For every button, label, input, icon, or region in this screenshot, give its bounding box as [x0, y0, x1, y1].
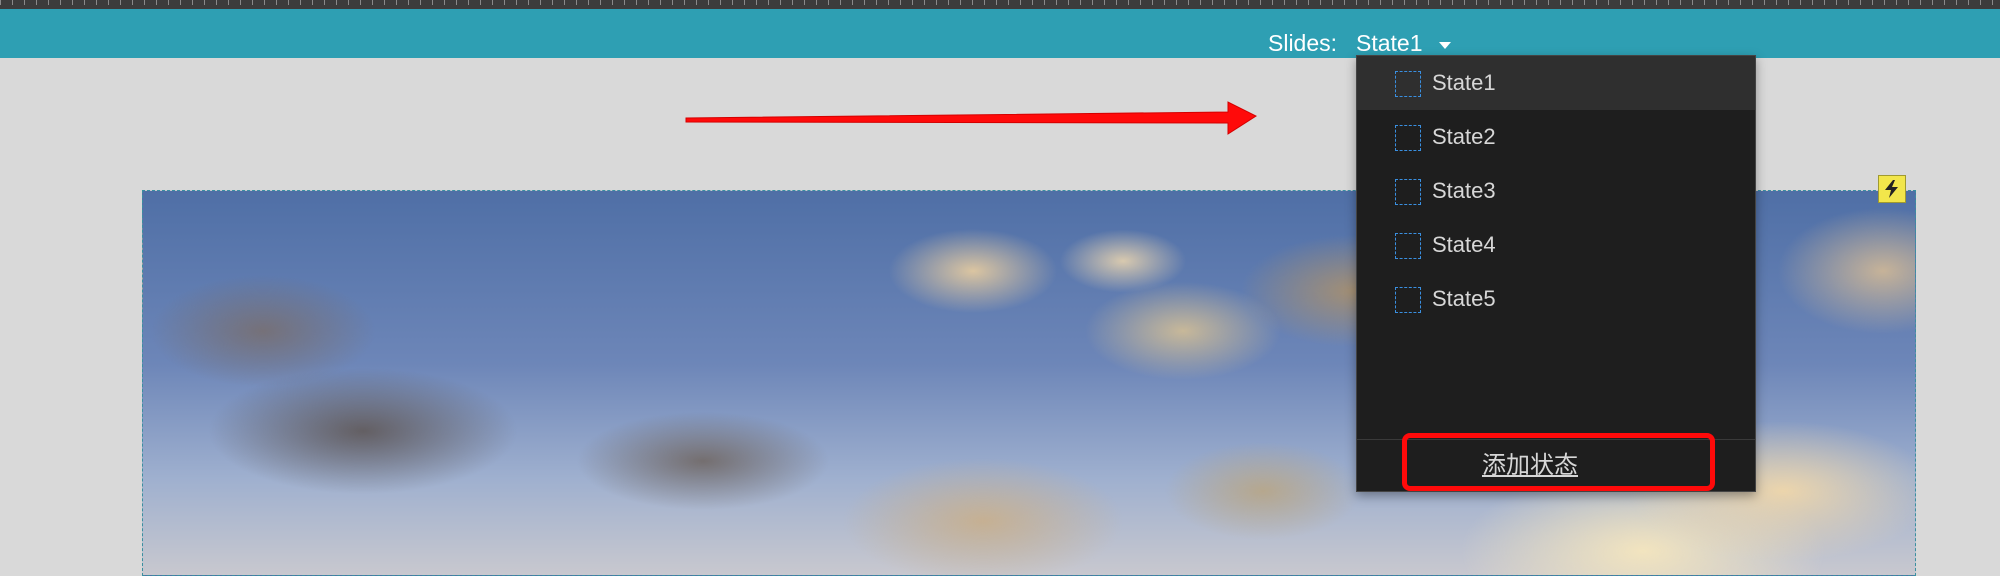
state-dropdown-menu: State1 State2 State3 State4 State5 添加状态 — [1356, 55, 1756, 492]
state-checkbox[interactable] — [1395, 71, 1421, 97]
state-option-label: State5 — [1432, 286, 1496, 311]
state-option-label: State2 — [1432, 124, 1496, 149]
add-state-label: 添加状态 — [1482, 452, 1578, 479]
interaction-badge[interactable] — [1878, 175, 1906, 203]
state-checkbox[interactable] — [1395, 233, 1421, 259]
state-option-label: State4 — [1432, 232, 1496, 257]
chevron-down-icon — [1439, 42, 1451, 49]
annotation-arrow — [685, 101, 1258, 135]
state-checkbox[interactable] — [1395, 179, 1421, 205]
lightning-icon — [1885, 180, 1898, 198]
state-option-label: State3 — [1432, 178, 1496, 203]
state-option[interactable]: State5 — [1357, 272, 1755, 326]
state-option[interactable]: State3 — [1357, 164, 1755, 218]
state-dropdown-value: State1 — [1356, 30, 1423, 56]
top-ruler — [0, 0, 2000, 9]
state-option-label: State1 — [1432, 70, 1496, 95]
state-checkbox[interactable] — [1395, 287, 1421, 313]
state-checkbox[interactable] — [1395, 125, 1421, 151]
state-option[interactable]: State4 — [1357, 218, 1755, 272]
add-state-button[interactable]: 添加状态 — [1357, 440, 1755, 492]
state-option[interactable]: State2 — [1357, 110, 1755, 164]
state-option[interactable]: State1 — [1357, 56, 1755, 110]
slides-toolbar: Slides: State1 — [0, 9, 2000, 59]
slides-label: Slides: — [1268, 30, 1338, 56]
